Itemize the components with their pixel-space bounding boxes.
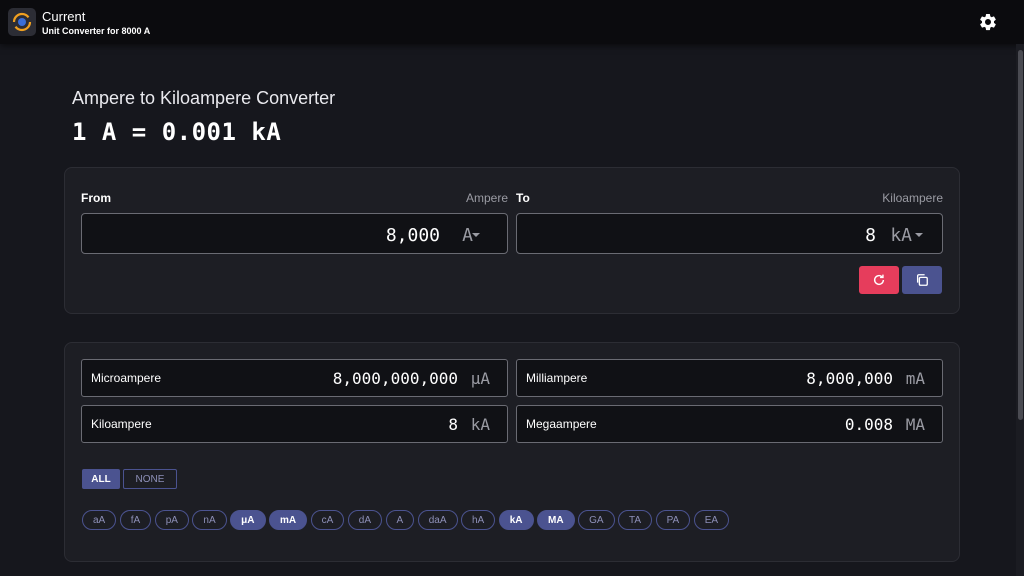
result-milliampere[interactable]: Milliampere 8,000,000 mA: [516, 359, 943, 397]
to-value[interactable]: 8: [865, 225, 876, 246]
unit-chip[interactable]: GA: [578, 510, 615, 530]
result-unit: mA: [905, 369, 925, 388]
unit-chip[interactable]: dA: [347, 510, 383, 530]
result-megaampere[interactable]: Megaampere 0.008 MA: [516, 405, 943, 443]
select-none-button[interactable]: NONE: [123, 469, 177, 489]
unit-chip[interactable]: kA: [498, 510, 534, 530]
unit-chip[interactable]: TA: [618, 510, 653, 530]
result-unit: kA: [470, 415, 490, 434]
reset-button[interactable]: [859, 266, 899, 294]
result-name: Milliampere: [526, 371, 588, 385]
to-value-input[interactable]: 8 kA: [516, 213, 943, 254]
to-label: To: [516, 191, 530, 205]
chevron-down-icon[interactable]: [472, 233, 480, 237]
app-title: Current: [42, 9, 86, 24]
result-value: 8,000,000,000: [332, 369, 458, 388]
from-unit-name: Ampere: [465, 191, 508, 205]
result-name: Microampere: [91, 371, 162, 385]
unit-chip[interactable]: PA: [655, 510, 691, 530]
from-value[interactable]: 8,000: [386, 225, 440, 246]
result-kiloampere[interactable]: Kiloampere 8 kA: [81, 405, 508, 443]
select-all-button[interactable]: ALL: [82, 469, 120, 489]
unit-chip[interactable]: daA: [417, 510, 458, 530]
app-subtitle: Unit Converter for 8000 A: [42, 26, 151, 36]
unit-chip[interactable]: μA: [230, 510, 266, 530]
result-microampere[interactable]: Microampere 8,000,000,000 μA: [81, 359, 508, 397]
unit-chip[interactable]: hA: [461, 510, 496, 530]
unit-chip[interactable]: fA: [119, 510, 152, 530]
conversion-formula: 1 A = 0.001 kA: [72, 118, 282, 146]
unit-filter-chips: aA fA pA nA μA mA cA dA AdaA hA kA MA GA TA PA EA: [82, 510, 730, 530]
unit-chip[interactable]: EA: [693, 510, 730, 530]
unit-chip[interactable]: nA: [192, 510, 227, 530]
chevron-down-icon[interactable]: [915, 233, 923, 237]
result-value: 8: [448, 415, 458, 434]
result-name: Megaampere: [526, 417, 597, 431]
result-value: 0.008: [844, 415, 893, 434]
unit-chip[interactable]: MA: [537, 510, 575, 530]
result-value: 8,000,000: [806, 369, 893, 388]
unit-chip[interactable]: mA: [269, 510, 308, 530]
unit-chip[interactable]: A: [385, 510, 415, 530]
unit-chip[interactable]: cA: [310, 510, 345, 530]
result-unit: MA: [905, 415, 925, 434]
result-name: Kiloampere: [91, 417, 152, 431]
to-unit-name: Kiloampere: [882, 191, 943, 205]
from-value-input[interactable]: 8,000 A: [81, 213, 508, 254]
from-label: From: [81, 191, 111, 205]
unit-chip[interactable]: aA: [82, 510, 117, 530]
scrollbar-thumb[interactable]: [1018, 50, 1023, 420]
unit-converter-icon: [8, 8, 36, 36]
refresh-icon: [873, 274, 885, 286]
result-unit: μA: [470, 369, 490, 388]
top-bar: Current Unit Converter for 8000 A: [0, 0, 1024, 44]
to-unit-select[interactable]: kA: [890, 225, 912, 246]
page-title: Ampere to Kiloampere Converter: [72, 88, 336, 108]
gear-icon[interactable]: [978, 12, 998, 32]
unit-chip[interactable]: pA: [154, 510, 189, 530]
copy-icon: [916, 274, 928, 286]
copy-button[interactable]: [902, 266, 942, 294]
